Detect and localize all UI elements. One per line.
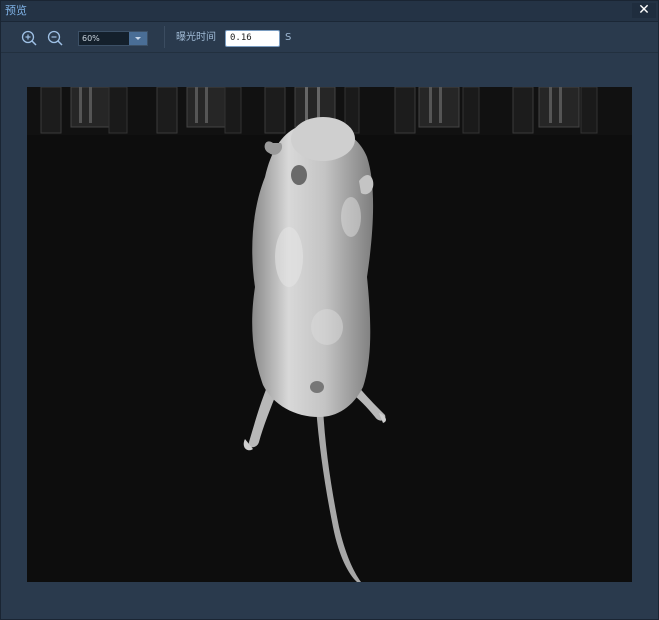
- exposure-time-label: 曝光时间: [176, 32, 216, 43]
- exposure-unit-label: S: [285, 32, 292, 43]
- chevron-down-icon: [135, 37, 141, 40]
- zoom-in-icon: [21, 30, 37, 46]
- zoom-level-select[interactable]: 60%: [78, 31, 148, 46]
- toolbar: 60% 曝光时间 0.16 S: [1, 22, 658, 53]
- toolbar-divider: [164, 26, 165, 48]
- window-title: 预览: [5, 4, 27, 17]
- close-button[interactable]: ✕: [632, 3, 656, 18]
- zoom-out-icon: [47, 30, 63, 46]
- exposure-time-input[interactable]: 0.16: [225, 30, 280, 47]
- zoom-level-value: 60%: [82, 34, 100, 43]
- mouse-image: [27, 87, 632, 582]
- preview-image[interactable]: [27, 87, 632, 582]
- zoom-in-button[interactable]: [20, 29, 38, 47]
- zoom-dropdown-button[interactable]: [129, 32, 147, 45]
- title-bar: 预览 ✕: [1, 1, 658, 22]
- preview-window: 预览 ✕ 60% 曝光时间 0.16 S: [0, 0, 659, 620]
- zoom-out-button[interactable]: [46, 29, 64, 47]
